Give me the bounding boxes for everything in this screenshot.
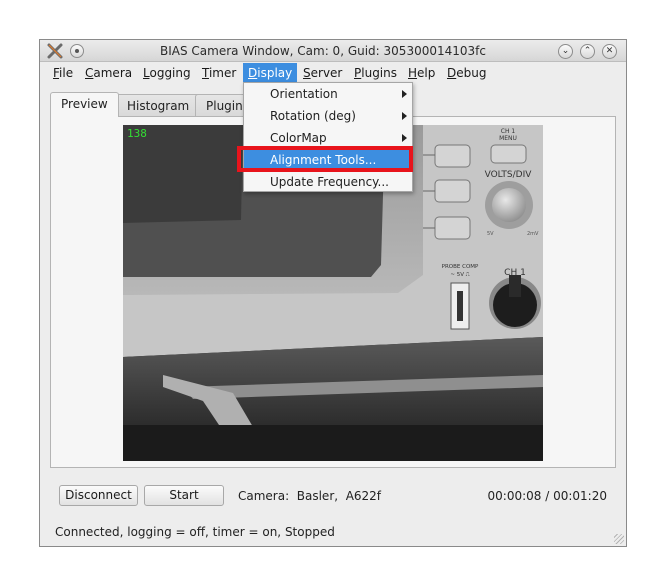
frame-counter: 138 xyxy=(127,127,147,140)
menu-item-orientation-label: Orientation xyxy=(270,87,338,101)
minimize-icon[interactable]: ⌄ xyxy=(558,44,573,59)
window-menu-icon[interactable] xyxy=(70,44,84,58)
menu-debug[interactable]: Debug xyxy=(442,64,491,82)
menu-logging[interactable]: Logging xyxy=(138,64,196,82)
menu-help[interactable]: Help xyxy=(403,64,440,82)
ch1-menu-label-2: MENU xyxy=(499,135,517,142)
close-icon[interactable]: ✕ xyxy=(602,44,617,59)
tab-preview[interactable]: Preview xyxy=(50,92,119,117)
annotation-highlight-box xyxy=(237,146,413,172)
title-bar: BIAS Camera Window, Cam: 0, Guid: 305300… xyxy=(40,40,626,62)
menu-item-orientation[interactable]: Orientation xyxy=(244,83,412,105)
menu-item-update-frequency[interactable]: Update Frequency... xyxy=(244,171,412,193)
menu-item-update-frequency-label: Update Frequency... xyxy=(270,175,389,189)
submenu-arrow-icon xyxy=(402,112,407,120)
display-menu-dropdown: Orientation Rotation (deg) ColorMap Alig… xyxy=(243,82,413,192)
app-icon[interactable] xyxy=(46,42,64,60)
menu-camera[interactable]: Camera xyxy=(80,64,137,82)
menu-file[interactable]: File xyxy=(48,64,78,82)
menu-item-colormap-label: ColorMap xyxy=(270,131,327,145)
menu-item-rotation-label: Rotation (deg) xyxy=(270,109,356,123)
menu-server[interactable]: Server xyxy=(298,64,347,82)
window-title: BIAS Camera Window, Cam: 0, Guid: 305300… xyxy=(160,44,486,58)
camera-info: Camera: Basler, A622f xyxy=(238,489,382,503)
ch1-menu-label-1: CH 1 xyxy=(501,128,516,135)
tab-histogram[interactable]: Histogram xyxy=(116,94,201,116)
start-button[interactable]: Start xyxy=(144,485,224,506)
menu-item-rotation[interactable]: Rotation (deg) xyxy=(244,105,412,127)
menu-bar: File Camera Logging Timer Display Server… xyxy=(40,62,626,83)
scale-2mv-label: 2mV xyxy=(527,231,539,237)
menu-display[interactable]: Display xyxy=(243,63,298,83)
submenu-arrow-icon xyxy=(402,90,407,98)
submenu-arrow-icon xyxy=(402,134,407,142)
resize-grip-icon[interactable] xyxy=(614,534,624,544)
menu-plugins[interactable]: Plugins xyxy=(349,64,402,82)
probe-comp-label: PROBE COMP xyxy=(442,264,479,270)
menu-timer[interactable]: Timer xyxy=(197,64,241,82)
elapsed-timer: 00:00:08 / 00:01:20 xyxy=(487,489,607,503)
maximize-icon[interactable]: ⌃ xyxy=(580,44,595,59)
volts-div-label: VOLTS/DIV xyxy=(485,170,533,180)
disconnect-button[interactable]: Disconnect xyxy=(59,485,138,506)
scale-5v-label: 5V xyxy=(487,231,494,237)
status-bar-text: Connected, logging = off, timer = on, St… xyxy=(55,525,335,539)
probe-comp-level: ~ 5V ⎍ xyxy=(450,272,469,278)
